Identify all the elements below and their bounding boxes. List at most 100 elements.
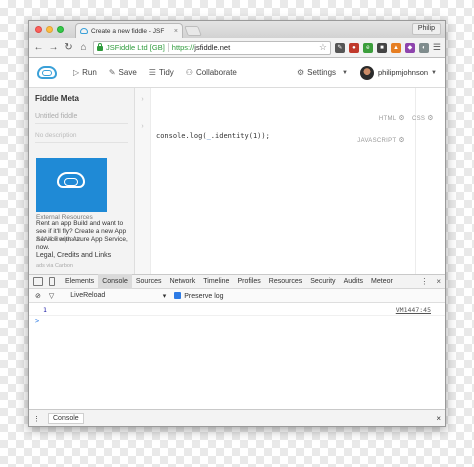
log-source-link[interactable]: VM1447:45 (396, 306, 431, 314)
console-prompt[interactable]: > (35, 317, 39, 325)
close-tab-icon[interactable]: × (174, 28, 178, 35)
devtools-tab-bar: Elements Console Sources Network Timelin… (29, 274, 445, 289)
evernote-extension-icon[interactable]: e (362, 42, 373, 53)
drawer-menu-icon[interactable]: ⋮ (33, 415, 40, 423)
extension-icon[interactable]: ■ (376, 42, 387, 53)
sidebar: Fiddle Meta Untitled fiddle No descripti… (29, 88, 135, 274)
tab-console[interactable]: Console (98, 274, 132, 289)
css-pane-label[interactable]: CSS ⚙ (412, 114, 434, 122)
settings-button[interactable]: ⚙ Settings ▼ (297, 68, 348, 77)
save-label: Save (118, 68, 137, 77)
home-icon[interactable]: ⌂ (78, 42, 89, 53)
new-tab-button[interactable] (184, 26, 202, 36)
url-host: jsfiddle.net (194, 43, 231, 52)
ajax-requests-link[interactable]: AJAX Requests (36, 236, 131, 244)
extension-icon[interactable]: ▲ (390, 42, 401, 53)
bookmark-star-icon[interactable]: ☆ (319, 42, 327, 53)
browser-tab[interactable]: Create a new fiddle - JSF × (75, 23, 183, 38)
tab-profiles[interactable]: Profiles (233, 274, 264, 289)
collaborate-icon: ⚇ (185, 68, 193, 77)
fiddle-description-input[interactable]: No description (35, 132, 128, 143)
clear-console-icon[interactable]: ⊘ (35, 292, 41, 300)
tab-timeline[interactable]: Timeline (199, 274, 233, 289)
context-select[interactable]: LiveReload ▾ (70, 292, 166, 300)
css-pane[interactable]: CSS ⚙ (412, 88, 445, 274)
lock-icon (97, 43, 103, 51)
run-button[interactable]: ▷ Run (73, 68, 97, 77)
forward-arrow-icon[interactable]: → (48, 42, 59, 53)
context-select-value: LiveReload (70, 291, 106, 299)
profile-button[interactable]: Philip (411, 23, 441, 35)
inspect-element-icon[interactable] (33, 277, 43, 286)
address-bar[interactable]: JSFiddle Ltd [GB] https:// jsfiddle.net … (93, 40, 331, 55)
fiddle-title-input[interactable]: Untitled fiddle (35, 113, 128, 124)
collaborate-button[interactable]: ⚇ Collaborate (186, 68, 237, 77)
carbon-link[interactable]: ads via Carbon (36, 262, 131, 270)
tab-title: Create a new fiddle - JSF (91, 27, 165, 35)
fold-marker: › (141, 123, 144, 130)
extension-icon[interactable]: ◐ (418, 42, 429, 53)
preserve-log-label: Preserve log (184, 293, 224, 300)
back-arrow-icon[interactable]: ← (33, 42, 44, 53)
azure-ad-image[interactable] (36, 158, 107, 212)
tidy-button[interactable]: ☰ Tidy (149, 68, 174, 77)
browser-window: Create a new fiddle - JSF × Philip ← → ↻… (28, 20, 446, 427)
tidy-label: Tidy (158, 68, 174, 77)
console-toolbar: ⊘ ▽ LiveReload ▾ Preserve log (29, 289, 445, 303)
extension-icon[interactable]: ● (348, 42, 359, 53)
tab-audits[interactable]: Audits (340, 274, 367, 289)
certificate-label[interactable]: JSFiddle Ltd [GB] (106, 43, 169, 52)
checkbox-checked-icon[interactable] (174, 292, 182, 299)
gear-icon[interactable]: ⚙ (427, 115, 434, 122)
tab-network[interactable]: Network (166, 274, 200, 289)
avatar[interactable] (360, 65, 374, 80)
drawer-tab-console[interactable]: Console (48, 413, 84, 424)
tab-elements[interactable]: Elements (61, 274, 98, 289)
code-editor[interactable]: HTML ⚙ JAVASCRIPT ⚙ console.log(_.identity… (151, 88, 415, 274)
gear-icon: ⚙ (296, 68, 305, 77)
tab-security[interactable]: Security (306, 274, 339, 289)
menu-icon[interactable]: ☰ (433, 42, 441, 53)
tab-meteor[interactable]: Meteor (367, 274, 397, 289)
log-value: 1 (43, 306, 47, 314)
tab-strip: Create a new fiddle - JSF × Philip (29, 21, 445, 38)
reload-icon[interactable]: ↻ (63, 42, 74, 53)
chevron-down-icon: ▼ (342, 69, 348, 76)
minimize-window-button[interactable] (46, 26, 53, 33)
legal-link[interactable]: Legal, Credits and Links (36, 252, 131, 260)
gear-icon[interactable]: ⚙ (398, 137, 405, 144)
device-mode-icon[interactable] (49, 277, 55, 286)
more-options-icon[interactable]: ⋮ (420, 277, 428, 286)
username[interactable]: philipmjohnson (378, 68, 428, 77)
extension-icon[interactable]: ✎ (334, 42, 345, 53)
chevron-down-icon: ▾ (162, 292, 167, 300)
code-suffix: .identity(1)); (210, 132, 270, 140)
fold-marker: › (141, 96, 144, 103)
code-line[interactable]: console.log(_.identity(1)); (156, 132, 270, 140)
align-icon: ☰ (148, 68, 156, 77)
drawer-bar: ⋮ Console × (29, 409, 445, 426)
jsfiddle-favicon-icon (80, 28, 88, 34)
tab-resources[interactable]: Resources (265, 274, 306, 289)
cloud-icon (57, 172, 85, 188)
close-drawer-icon[interactable]: × (436, 414, 441, 423)
chevron-down-icon[interactable]: ▼ (431, 70, 437, 76)
extension-icon[interactable]: ◆ (404, 42, 415, 53)
maximize-window-button[interactable] (57, 26, 64, 33)
save-button[interactable]: ✎ Save (109, 68, 137, 77)
close-devtools-icon[interactable]: × (436, 277, 441, 286)
js-pane-label[interactable]: JAVASCRIPT ⚙ (357, 136, 405, 144)
settings-label: Settings (307, 68, 337, 77)
preserve-log-checkbox[interactable]: Preserve log (174, 291, 224, 300)
run-label: Run (82, 68, 97, 77)
close-window-button[interactable] (35, 26, 42, 33)
play-icon: ▷ (73, 68, 80, 77)
jsfiddle-logo-icon[interactable] (37, 66, 57, 79)
editor-gutter: › › (135, 88, 151, 274)
filter-icon[interactable]: ▽ (49, 292, 54, 300)
html-pane-label[interactable]: HTML ⚙ (379, 114, 405, 122)
url-protocol: https:// (171, 43, 195, 52)
sidebar-title: Fiddle Meta (35, 94, 80, 103)
tab-sources[interactable]: Sources (132, 274, 166, 289)
gear-icon[interactable]: ⚙ (398, 115, 405, 122)
